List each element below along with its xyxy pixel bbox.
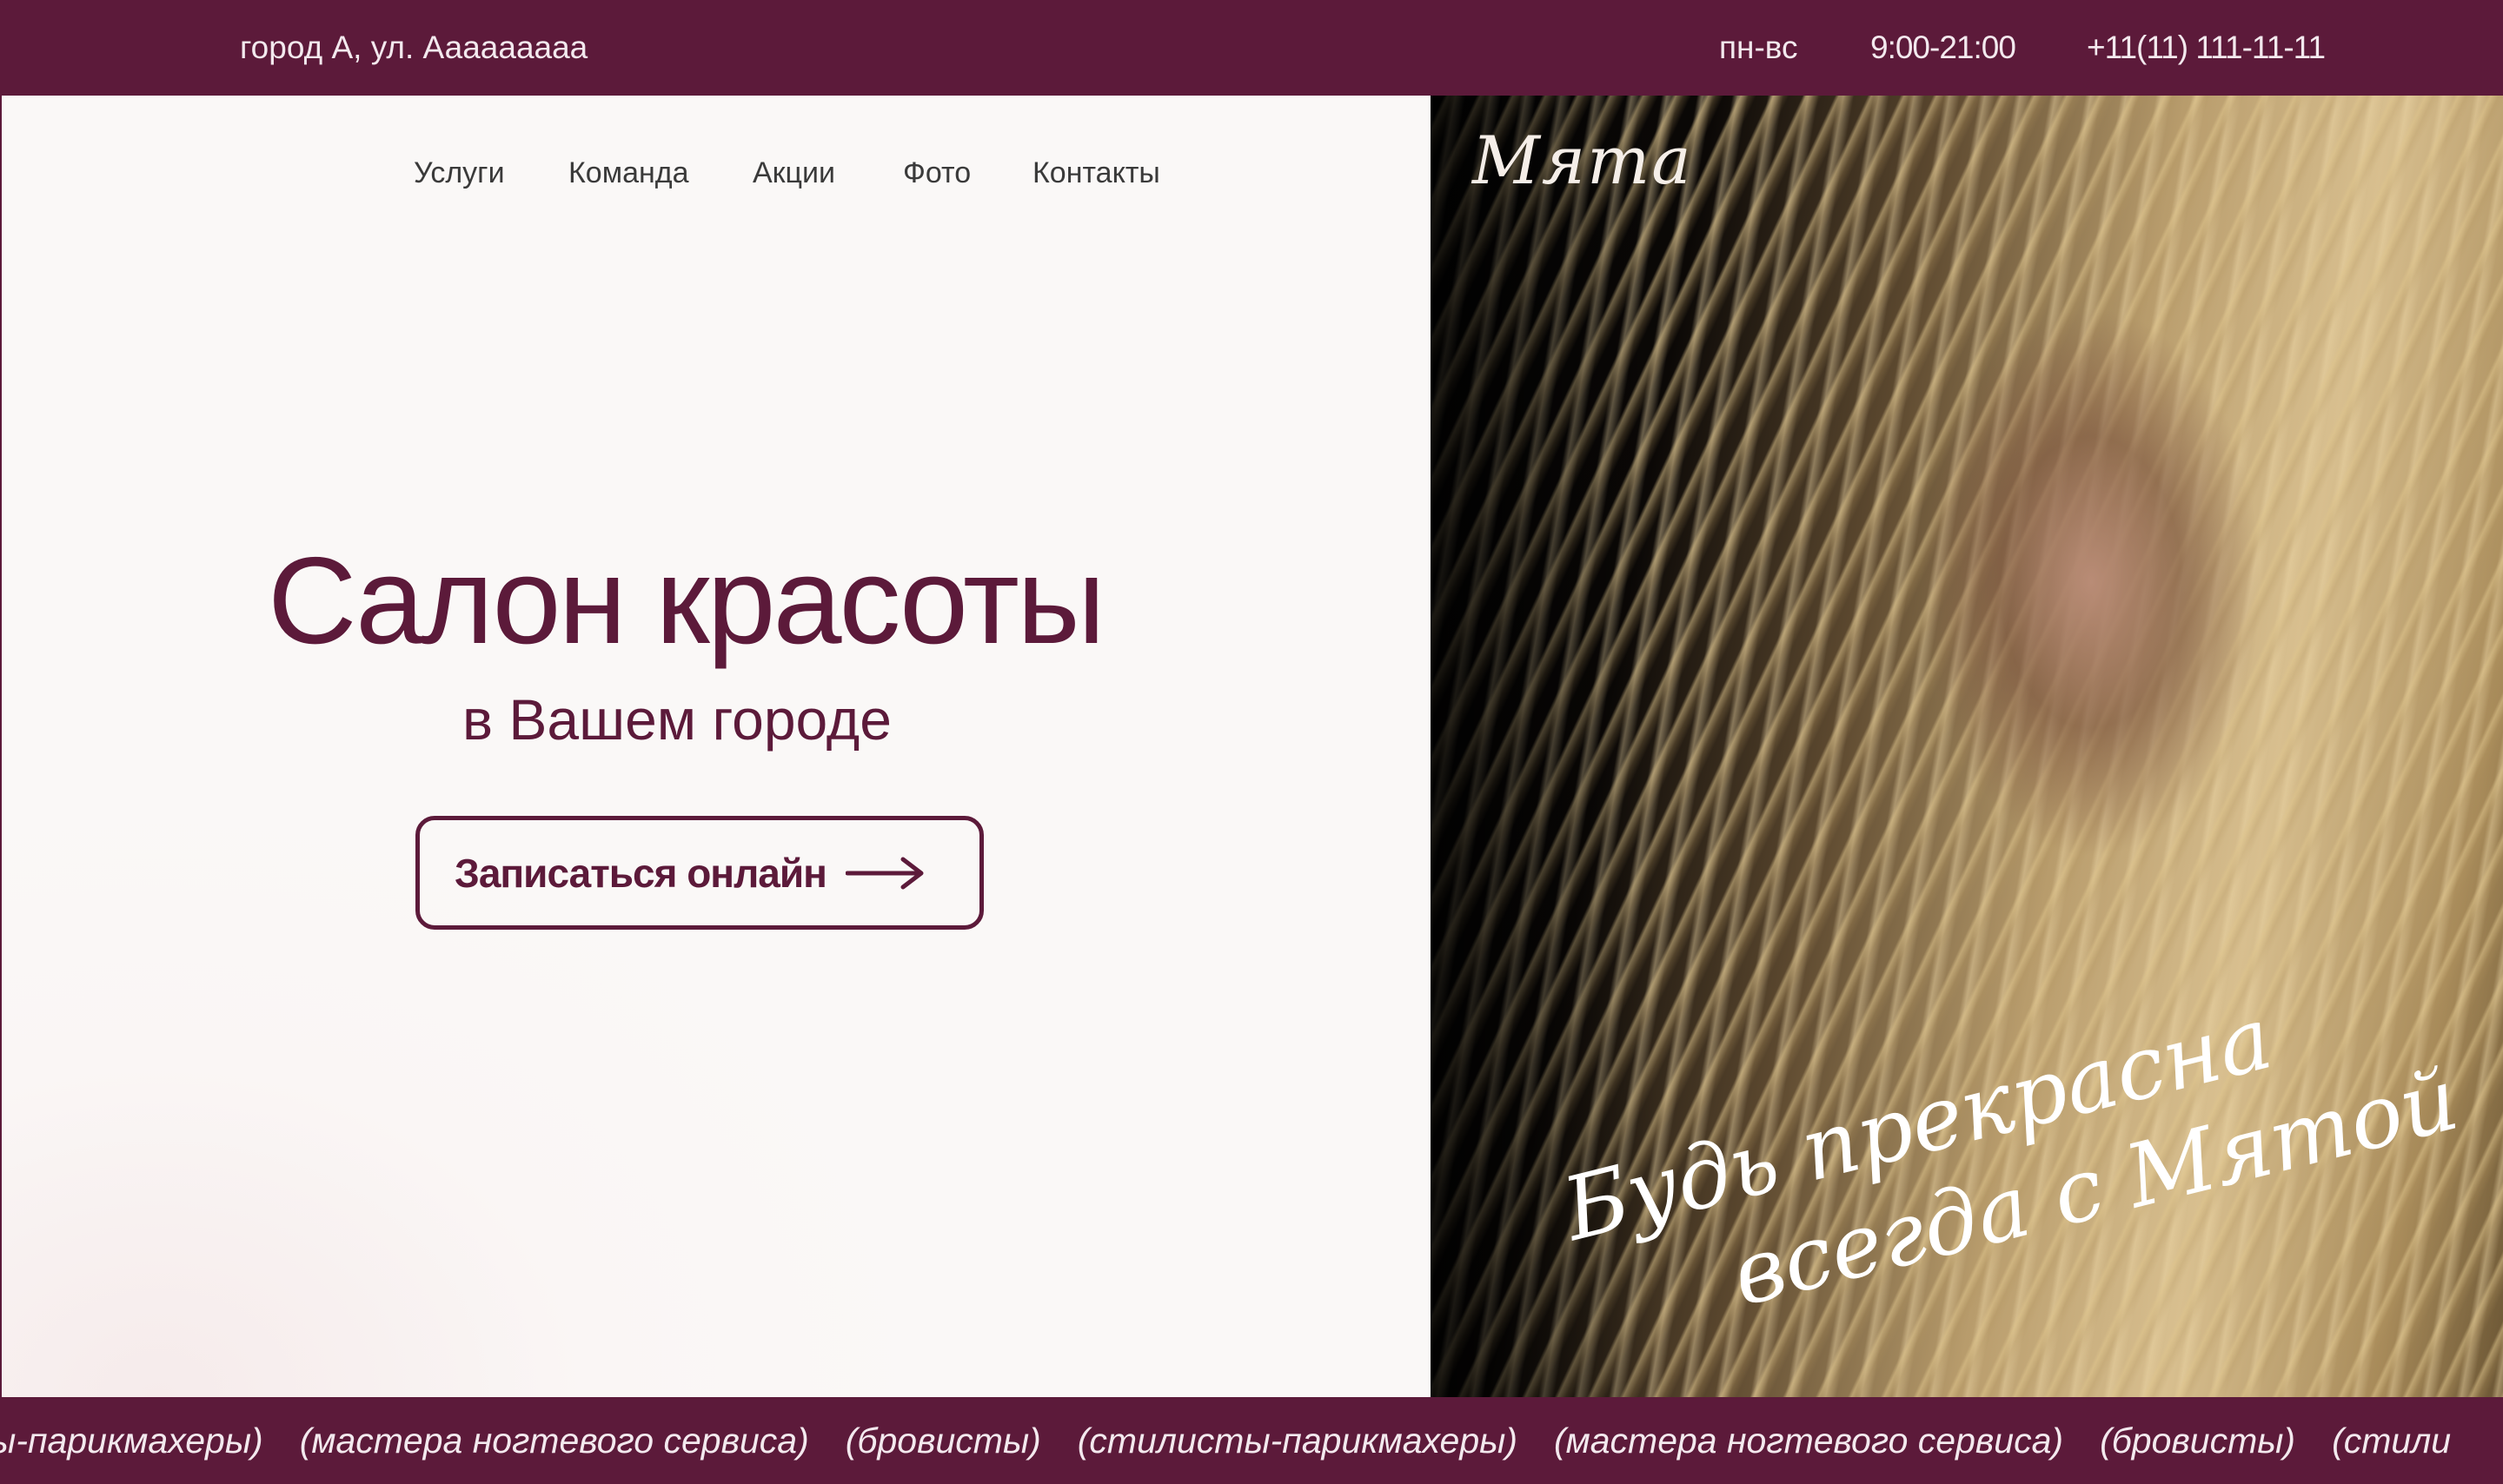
landing-page: город А, ул. Ааааааааа пн-вс 9:00-21:00 …: [0, 0, 2503, 1484]
ticker-item: (бровисты): [845, 1421, 1041, 1461]
nav-item-team[interactable]: Команда: [568, 156, 689, 190]
top-info-bar: город А, ул. Ааааааааа пн-вс 9:00-21:00 …: [0, 0, 2503, 96]
ticker-track: ты-парикмахеры) (мастера ногтевого серви…: [0, 1421, 2487, 1461]
phone-link[interactable]: +11(11) 111-11-11: [2087, 30, 2326, 66]
address-text: город А, ул. Ааааааааа: [240, 30, 588, 65]
nav-item-contacts[interactable]: Контакты: [1032, 156, 1160, 190]
page-title: Салон красоты: [268, 532, 1105, 670]
hero-photo: Мята Будь прекрасна всегда с Мятой: [1431, 96, 2503, 1397]
book-online-button[interactable]: Записаться онлайн: [415, 816, 984, 930]
book-online-label: Записаться онлайн: [455, 850, 827, 896]
working-days-text: пн-вс: [1719, 30, 1798, 65]
ticker-item: (мастера ногтевого сервиса): [1553, 1421, 2064, 1461]
ticker-item: (стили: [2332, 1421, 2452, 1461]
ticker-item: (бровисты): [2100, 1421, 2296, 1461]
arrow-right-icon: [845, 856, 926, 891]
ticker-item: (стилисты-парикмахеры): [1077, 1421, 1517, 1461]
page-subtitle: в Вашем городе: [462, 687, 893, 752]
nav-item-services[interactable]: Услуги: [414, 156, 505, 190]
ticker-item: ты-парикмахеры): [0, 1421, 263, 1461]
hero-section: Услуги Команда Акции Фото Контакты Салон…: [0, 96, 1432, 1397]
working-hours-text: 9:00-21:00: [1870, 30, 2016, 65]
slogan: Будь прекрасна всегда с Мятой: [1535, 876, 2467, 1326]
ticker-item: (мастера ногтевого сервиса): [299, 1421, 809, 1461]
nav-item-promotions[interactable]: Акции: [753, 156, 835, 190]
brand-logo[interactable]: Мята: [1472, 122, 1693, 199]
services-ticker: ты-парикмахеры) (мастера ногтевого серви…: [0, 1397, 2503, 1484]
nav-item-photo[interactable]: Фото: [903, 156, 971, 190]
